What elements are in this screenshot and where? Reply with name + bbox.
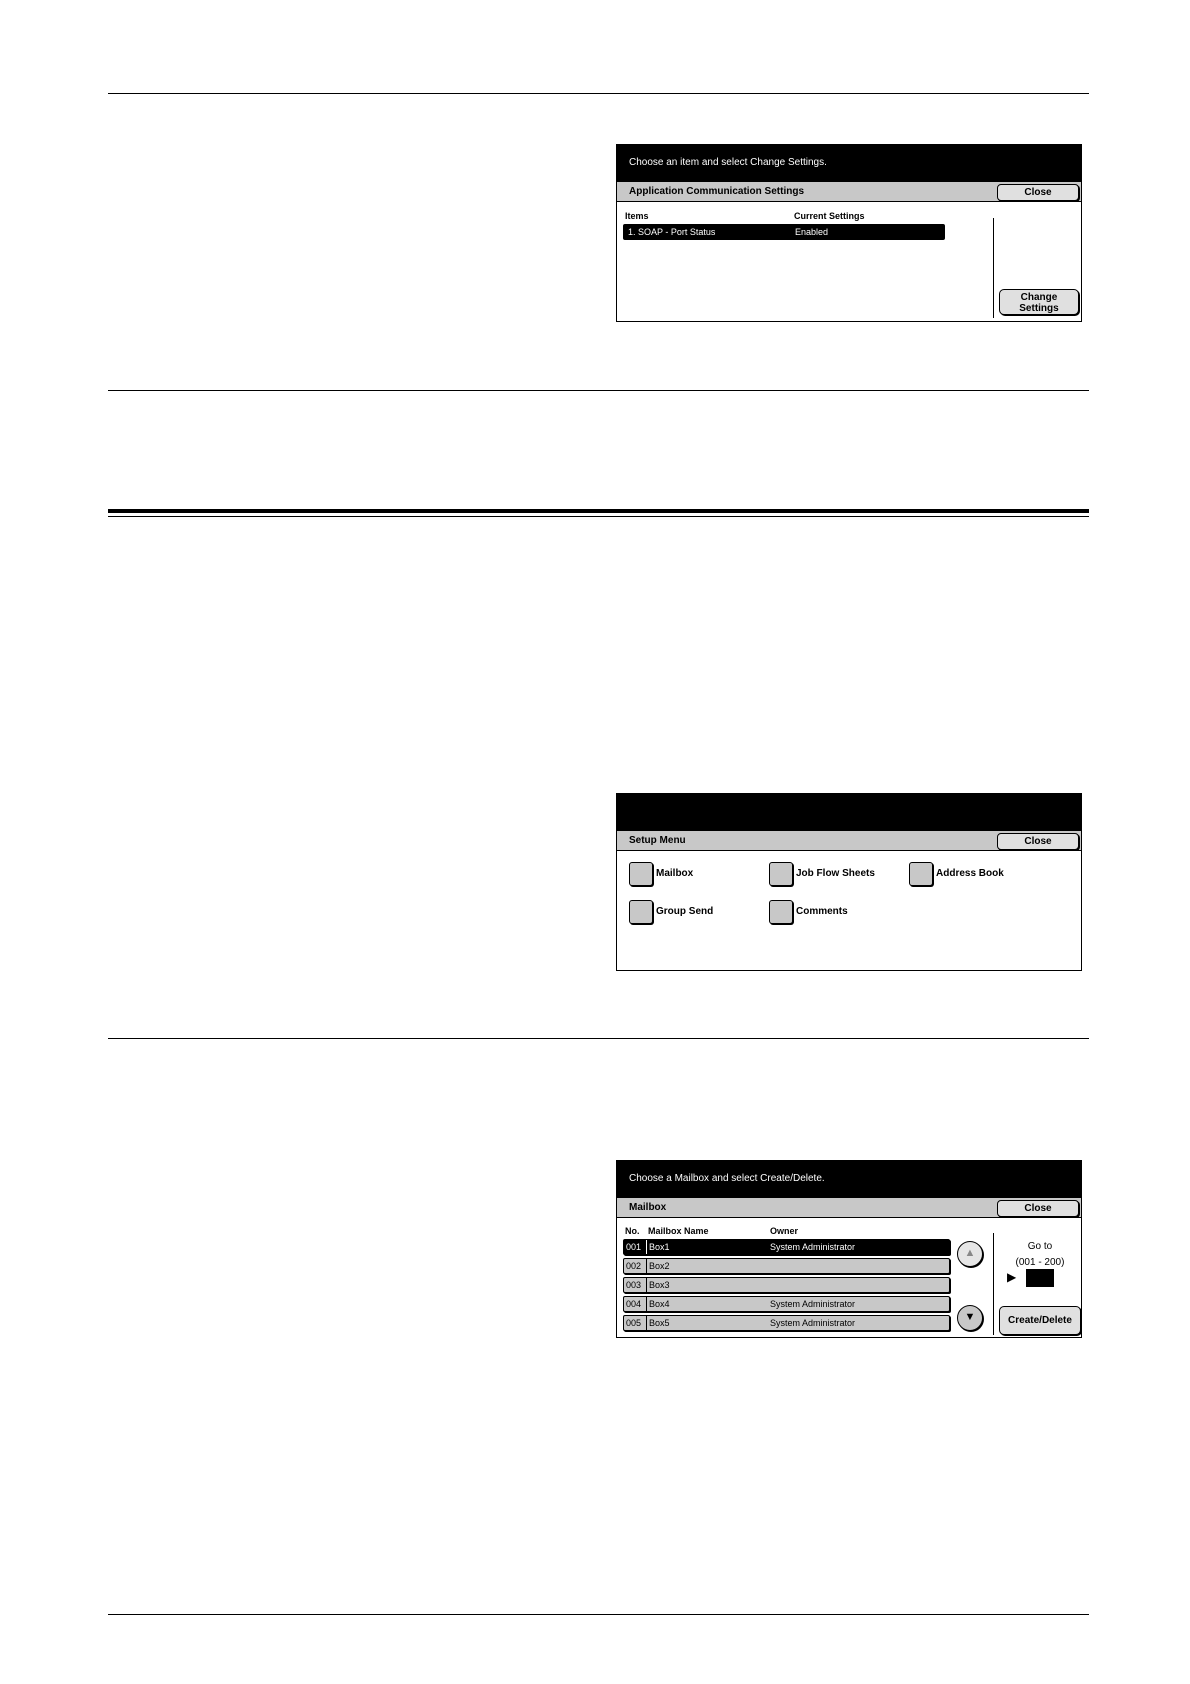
row-owner: System Administrator: [770, 1299, 856, 1309]
row-number: 003: [626, 1278, 647, 1292]
close-button[interactable]: Close: [997, 1200, 1079, 1217]
row-owner: System Administrator: [770, 1318, 856, 1328]
mailbox-panel: Choose a Mailbox and select Create/Delet…: [616, 1160, 1082, 1338]
item-name: 1. SOAP - Port Status: [628, 227, 716, 237]
section-rule-1: [108, 390, 1089, 391]
mailbox-name-header: Mailbox Name: [648, 1226, 709, 1236]
bottom-rule: [108, 1614, 1089, 1615]
change-settings-line2: Settings: [1019, 303, 1059, 314]
mailbox-button-face: [629, 862, 653, 886]
address-book-label: Address Book: [936, 868, 1004, 879]
comments-button[interactable]: Comments: [769, 900, 903, 926]
job-flow-sheets-button[interactable]: Job Flow Sheets: [769, 862, 903, 888]
section-rule-2: [108, 1038, 1089, 1039]
comments-button-face: [769, 900, 793, 924]
row-mailbox-name: Box4: [649, 1299, 670, 1309]
create-delete-button[interactable]: Create/Delete: [999, 1306, 1081, 1335]
row-mailbox-name: Box3: [649, 1280, 670, 1290]
row-number: 005: [626, 1316, 647, 1330]
group-send-label: Group Send: [656, 906, 714, 917]
goto-input[interactable]: [1026, 1269, 1054, 1287]
address-book-button-face: [909, 862, 933, 886]
chapter-rule-thin: [108, 516, 1089, 517]
table-row[interactable]: 005 Box5 System Administrator: [623, 1315, 950, 1331]
goto-range: (001 - 200): [1015, 1257, 1065, 1268]
goto-label: Go to: [1027, 1241, 1053, 1252]
table-row[interactable]: 004 Box4 System Administrator: [623, 1296, 950, 1312]
goto-arrow-icon: ▶: [1007, 1270, 1017, 1284]
current-settings-header: Current Settings: [794, 211, 865, 221]
table-row[interactable]: 003 Box3: [623, 1277, 950, 1293]
mailbox-label: Mailbox: [656, 868, 694, 879]
divider: [993, 218, 994, 318]
scroll-down-button[interactable]: ▼: [957, 1305, 983, 1331]
job-flow-sheets-label: Job Flow Sheets: [796, 868, 875, 879]
change-settings-button[interactable]: Change Settings: [999, 289, 1079, 315]
items-header: Items: [625, 211, 649, 221]
message-bar: Choose an item and select Change Setting…: [617, 145, 1081, 181]
message-bar: [617, 794, 1081, 830]
row-number: 004: [626, 1297, 647, 1311]
row-mailbox-name: Box2: [649, 1261, 670, 1271]
top-rule: [108, 93, 1089, 94]
job-flow-sheets-button-face: [769, 862, 793, 886]
row-owner: System Administrator: [770, 1242, 856, 1252]
close-button[interactable]: Close: [997, 833, 1079, 850]
scroll-down-icon: ▼: [964, 1311, 976, 1323]
close-button[interactable]: Close: [997, 184, 1079, 201]
group-send-button[interactable]: Group Send: [629, 900, 763, 926]
mailbox-button[interactable]: Mailbox: [629, 862, 763, 888]
application-communication-settings-panel: Choose an item and select Change Setting…: [616, 144, 1082, 322]
table-row[interactable]: 001 Box1 System Administrator: [623, 1239, 950, 1255]
item-value: Enabled: [795, 227, 829, 237]
row-mailbox-name: Box5: [649, 1318, 670, 1328]
row-number: 001: [626, 1240, 647, 1254]
divider: [993, 1233, 994, 1335]
no-header: No.: [625, 1226, 640, 1236]
table-row[interactable]: 002 Box2: [623, 1258, 950, 1274]
message-bar: Choose a Mailbox and select Create/Delet…: [617, 1161, 1081, 1197]
scroll-up-icon: ▲: [964, 1247, 976, 1259]
row-mailbox-name: Box1: [649, 1242, 670, 1252]
scroll-up-button[interactable]: ▲: [957, 1241, 983, 1267]
chapter-rule-thick: [108, 509, 1089, 513]
row-number: 002: [626, 1259, 647, 1273]
owner-header: Owner: [770, 1226, 799, 1236]
table-row-selected[interactable]: 1. SOAP - Port Status Enabled: [623, 224, 945, 240]
address-book-button[interactable]: Address Book: [909, 862, 1043, 888]
comments-label: Comments: [796, 906, 848, 917]
group-send-button-face: [629, 900, 653, 924]
setup-menu-panel: Setup Menu Close Mailbox Job Flow Sheets…: [616, 793, 1082, 971]
change-settings-line1: Change: [1020, 292, 1058, 303]
